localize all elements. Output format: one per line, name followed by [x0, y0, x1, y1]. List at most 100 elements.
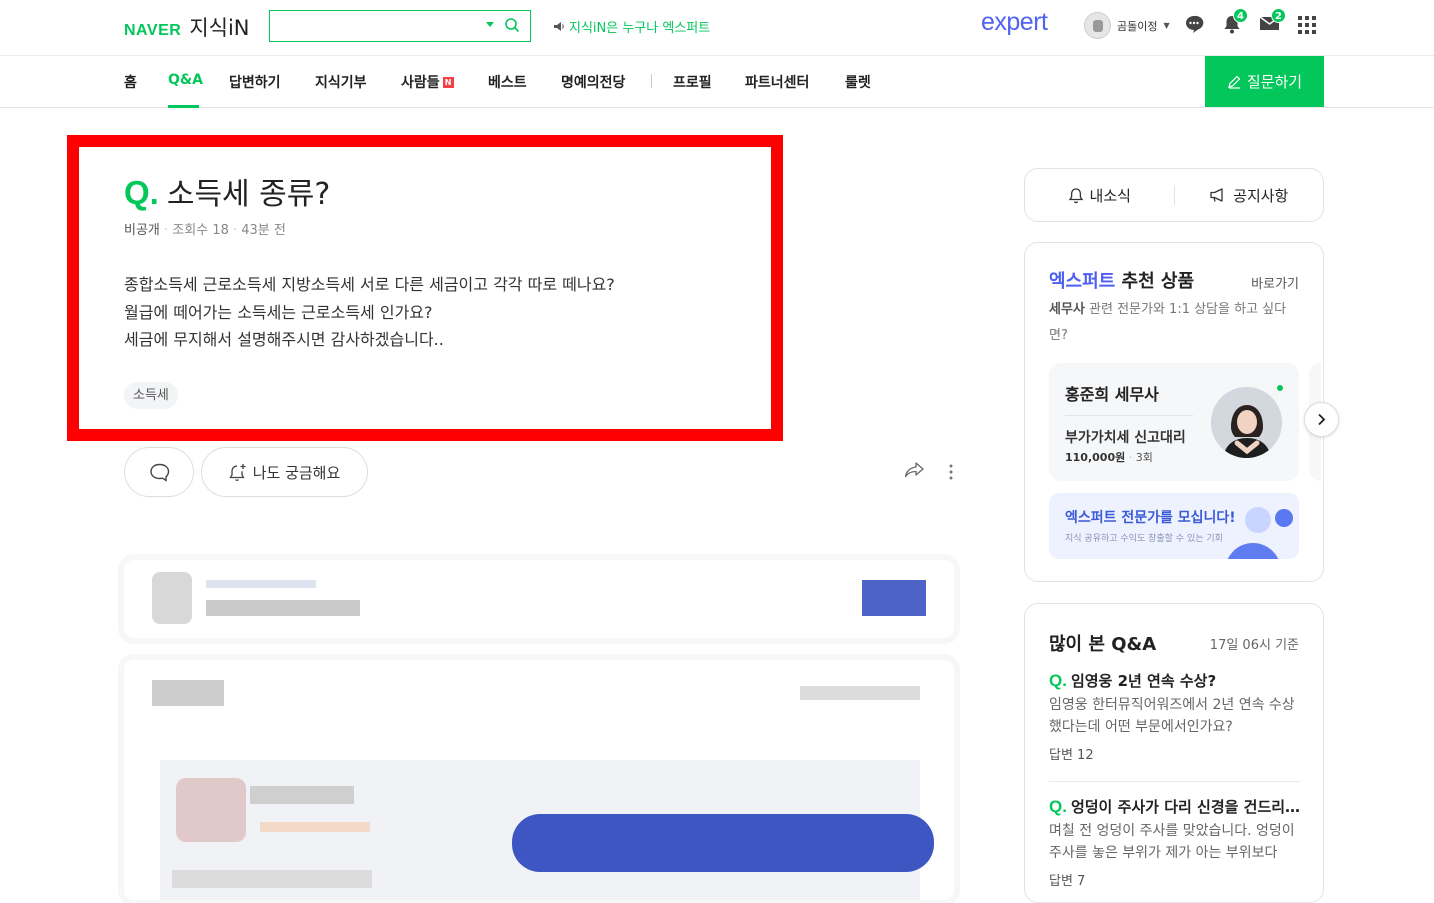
active-tab-indicator	[168, 105, 199, 108]
nav-qna[interactable]: Q&A	[168, 72, 203, 88]
share-icon[interactable]	[904, 461, 925, 479]
nav-profile[interactable]: 프로필	[673, 72, 712, 92]
expert-desc-bold: 세무사	[1049, 302, 1085, 317]
divider	[1049, 781, 1301, 782]
notice-label[interactable]: 공지사항	[1233, 185, 1288, 206]
expert-photo[interactable]	[1211, 387, 1282, 458]
expert-name[interactable]: 홍준희 세무사	[1065, 381, 1159, 405]
popular-item[interactable]: Q. 임영웅 2년 연속 수상? 임영웅 한터뮤직어워즈에서 2년 연속 수상했다…	[1049, 670, 1301, 763]
blurred-text	[260, 822, 370, 832]
nav-best[interactable]: 베스트	[488, 72, 527, 92]
expert-description: 세무사 관련 전문가와 1:1 상담을 하고 싶다면?	[1049, 297, 1301, 349]
nav-partner-center[interactable]: 파트너센터	[745, 72, 809, 92]
question-tag[interactable]: 소득세	[124, 382, 178, 409]
expert-logo[interactable]: expert	[981, 8, 1048, 37]
expert-product-card[interactable]: 홍준희 세무사 부가가치세 신고대리 110,000원 · 3회	[1049, 363, 1299, 481]
kin-logo[interactable]: 지식iN	[189, 12, 249, 42]
ask-question-label[interactable]: 질문하기	[1247, 71, 1302, 92]
my-news-label[interactable]: 내소식	[1090, 185, 1131, 206]
nav-roulette[interactable]: 룰렛	[845, 72, 871, 92]
naver-logo[interactable]: NAVER	[124, 22, 181, 40]
username[interactable]: 곰돌이정	[1117, 18, 1157, 34]
decor-circle	[1245, 507, 1271, 533]
notice-text[interactable]: 지식iN은 누구나 엑스퍼트	[569, 17, 710, 36]
chat-icon	[1186, 15, 1204, 33]
blurred-profile-card	[124, 560, 954, 638]
pencil-icon	[1228, 75, 1241, 89]
popular-item[interactable]: Q. 엉덩이 주사가 다리 신경을 건드리나요? 며칠 전 엉덩이 주사를 맞았습…	[1049, 796, 1301, 889]
chevron-down-icon[interactable]	[486, 22, 494, 27]
top-bar: NAVER 지식iN 지식iN은 누구나 엑스퍼트 expert 곰돌이정 ▼ …	[0, 0, 1434, 56]
blurred-avatar	[176, 778, 246, 842]
bell-plus-icon	[229, 463, 246, 481]
chevron-down-icon[interactable]: ▼	[1163, 21, 1169, 30]
expert-price: 110,000원 · 3회	[1065, 451, 1153, 464]
popular-qna-card: 많이 본 Q&A 17일 06시 기준 Q. 임영웅 2년 연속 수상? 임영웅 …	[1024, 603, 1324, 903]
next-product-button[interactable]	[1304, 402, 1339, 437]
popular-item-title-text[interactable]: 임영웅 2년 연속 수상?	[1071, 672, 1216, 690]
my-news-button[interactable]: 내소식	[1025, 185, 1174, 206]
alarm-button[interactable]: 4	[1222, 8, 1248, 38]
notice-button[interactable]: 공지사항	[1175, 185, 1324, 206]
blurred-button	[862, 580, 926, 616]
comment-button[interactable]	[124, 447, 194, 497]
chevron-right-icon	[1318, 413, 1326, 426]
nav-hall-of-fame[interactable]: 명예의전당	[561, 72, 625, 92]
popular-item-answers: 답변 7	[1049, 874, 1086, 889]
ask-question-button[interactable]: 질문하기	[1205, 56, 1324, 107]
expert-title-blue: 엑스퍼트	[1049, 271, 1116, 292]
apps-button[interactable]	[1298, 16, 1316, 38]
visibility-label: 비공개	[124, 223, 160, 238]
grid-menu-icon	[1298, 16, 1316, 34]
person-photo-icon	[1211, 387, 1282, 458]
consult-count: 3회	[1135, 451, 1153, 464]
nav-people[interactable]: 사람들 N	[401, 72, 454, 92]
notice-banner[interactable]: 지식iN은 누구나 엑스퍼트	[553, 17, 710, 36]
main-nav: 홈 Q&A 답변하기 지식기부 사람들 N 베스트 명예의전당 프로필 파트너센터…	[0, 56, 1434, 108]
mail-button[interactable]: 2	[1259, 8, 1286, 36]
popular-item-title[interactable]: Q. 엉덩이 주사가 다리 신경을 건드리나요?	[1049, 796, 1301, 817]
curious-too-label[interactable]: 나도 궁금해요	[253, 462, 341, 483]
alarm-badge: 4	[1233, 8, 1248, 23]
nav-divider	[651, 74, 652, 88]
nav-answer[interactable]: 답변하기	[229, 72, 281, 92]
expert-card-title: 엑스퍼트 추천 상품	[1049, 267, 1194, 293]
speaker-icon	[554, 22, 564, 31]
popular-item-desc[interactable]: 며칠 전 엉덩이 주사를 맞았습니다. 엉덩이 주사를 놓은 부위가 제가 아는…	[1049, 820, 1301, 864]
popular-item-desc[interactable]: 임영웅 한터뮤직어워즈에서 2년 연속 수상했다는데 어떤 부문에서인가요?	[1049, 694, 1301, 738]
expert-shortcut-link[interactable]: 바로가기	[1251, 273, 1299, 292]
expert-recruit-banner[interactable]: 엑스퍼트 전문가를 모십니다! 지식 공유하고 수익도 창출할 수 있는 기회	[1049, 493, 1299, 559]
recruit-title[interactable]: 엑스퍼트 전문가를 모십니다!	[1065, 507, 1236, 527]
question-meta: 비공개 · 조회수 18 · 43분 전	[124, 223, 286, 238]
curious-too-button[interactable]: 나도 궁금해요	[201, 447, 368, 497]
new-badge: N	[442, 77, 454, 88]
price-value: 110,000원	[1065, 451, 1126, 464]
question-title: Q. 소득세 종류?	[124, 169, 330, 213]
q-mark: Q.	[124, 174, 159, 211]
online-dot	[1277, 385, 1283, 391]
posted-time: 43분 전	[241, 223, 286, 238]
blurred-answer-card	[124, 660, 954, 900]
q-mark: Q.	[1049, 671, 1067, 690]
nav-people-label[interactable]: 사람들	[401, 75, 440, 91]
avatar[interactable]	[1084, 12, 1111, 39]
expert-service[interactable]: 부가가치세 신고대리	[1065, 427, 1186, 447]
question-body-line: 종합소득세 근로소득세 지방소득세 서로 다른 세금이고 각각 따로 떼나요?	[124, 275, 615, 294]
logo[interactable]: NAVER 지식iN	[124, 12, 250, 42]
popular-item-title-text[interactable]: 엉덩이 주사가 다리 신경을 건드리나요?	[1071, 798, 1301, 816]
expert-title-rest: 추천 상품	[1115, 271, 1195, 292]
popular-item-title[interactable]: Q. 임영웅 2년 연속 수상?	[1049, 670, 1301, 691]
nav-donate[interactable]: 지식기부	[315, 72, 367, 92]
nav-home[interactable]: 홈	[124, 72, 137, 92]
blurred-button	[512, 814, 934, 872]
blurred-text	[206, 580, 316, 588]
blurred-text	[800, 686, 920, 700]
chat-button[interactable]	[1184, 14, 1204, 38]
expert-desc-rest: 관련 전문가와 1:1 상담을 하고 싶다면?	[1049, 302, 1287, 343]
search-input[interactable]	[269, 10, 531, 42]
blurred-text	[152, 680, 224, 706]
user-menu[interactable]: 곰돌이정 ▼	[1084, 12, 1170, 39]
popular-title: 많이 본 Q&A	[1049, 634, 1157, 655]
search-icon[interactable]	[504, 17, 520, 33]
more-options-icon[interactable]	[948, 463, 954, 481]
